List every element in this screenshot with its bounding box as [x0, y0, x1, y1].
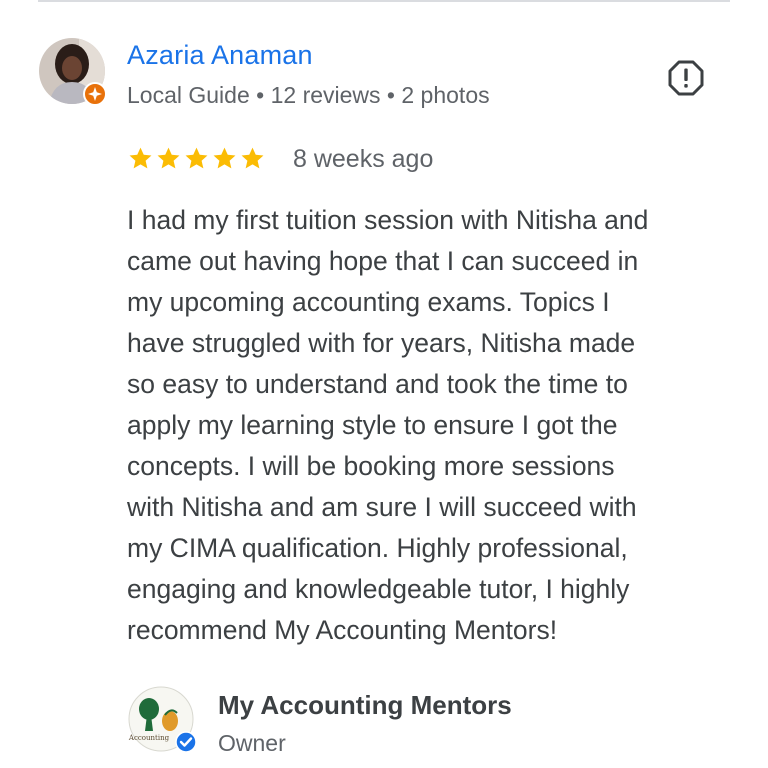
- owner-logo[interactable]: Accounting: [127, 685, 197, 753]
- report-icon[interactable]: [668, 60, 704, 96]
- owner-name[interactable]: My Accounting Mentors: [218, 690, 512, 721]
- local-guide-badge-icon: [83, 82, 107, 106]
- review-count: 12 reviews: [270, 82, 381, 108]
- meta-separator: •: [380, 82, 402, 108]
- divider: [38, 0, 730, 2]
- review-text: I had my first tuition session with Niti…: [127, 200, 737, 651]
- owner-logo-text: Accounting: [128, 734, 170, 742]
- reviewer-avatar[interactable]: [39, 38, 107, 106]
- review-text-line: with Nitisha and am sure I will succeed …: [127, 492, 637, 522]
- review-card: Azaria Anaman Local Guide • 12 reviews •…: [0, 0, 768, 768]
- review-text-line: so easy to understand and took the time …: [127, 369, 628, 399]
- meta-separator: •: [249, 82, 271, 108]
- star-icon: [185, 147, 208, 169]
- report-button[interactable]: [668, 60, 704, 96]
- verified-check-icon: [175, 731, 197, 753]
- review-date: 8 weeks ago: [293, 145, 434, 173]
- review-text-line: I had my first tuition session with Niti…: [127, 205, 649, 235]
- reviewer-meta: Local Guide • 12 reviews • 2 photos: [127, 82, 490, 109]
- reviewer-name[interactable]: Azaria Anaman: [127, 40, 313, 71]
- review-text-line: apply my learning style to ensure I got …: [127, 410, 618, 440]
- star-icon: [241, 147, 264, 169]
- review-text-line: my upcoming accounting exams. Topics I: [127, 287, 610, 317]
- review-text-line: concepts. I will be booking more session…: [127, 451, 615, 481]
- review-text-line: came out having hope that I can succeed …: [127, 246, 639, 276]
- local-guide-label: Local Guide: [127, 82, 250, 108]
- star-icon: [157, 147, 180, 169]
- photo-count: 2 photos: [401, 82, 490, 108]
- review-text-line: engaging and knowledgeable tutor, I high…: [127, 574, 630, 604]
- review-text-line: have struggled with for years, Nitisha m…: [127, 328, 636, 358]
- owner-role: Owner: [218, 730, 286, 756]
- star-rating: [128, 146, 265, 171]
- star-icon: [129, 147, 152, 169]
- review-text-line: my CIMA qualification. Highly profession…: [127, 533, 628, 563]
- review-text-line: recommend My Accounting Mentors!: [127, 615, 558, 645]
- star-icon: [213, 147, 236, 169]
